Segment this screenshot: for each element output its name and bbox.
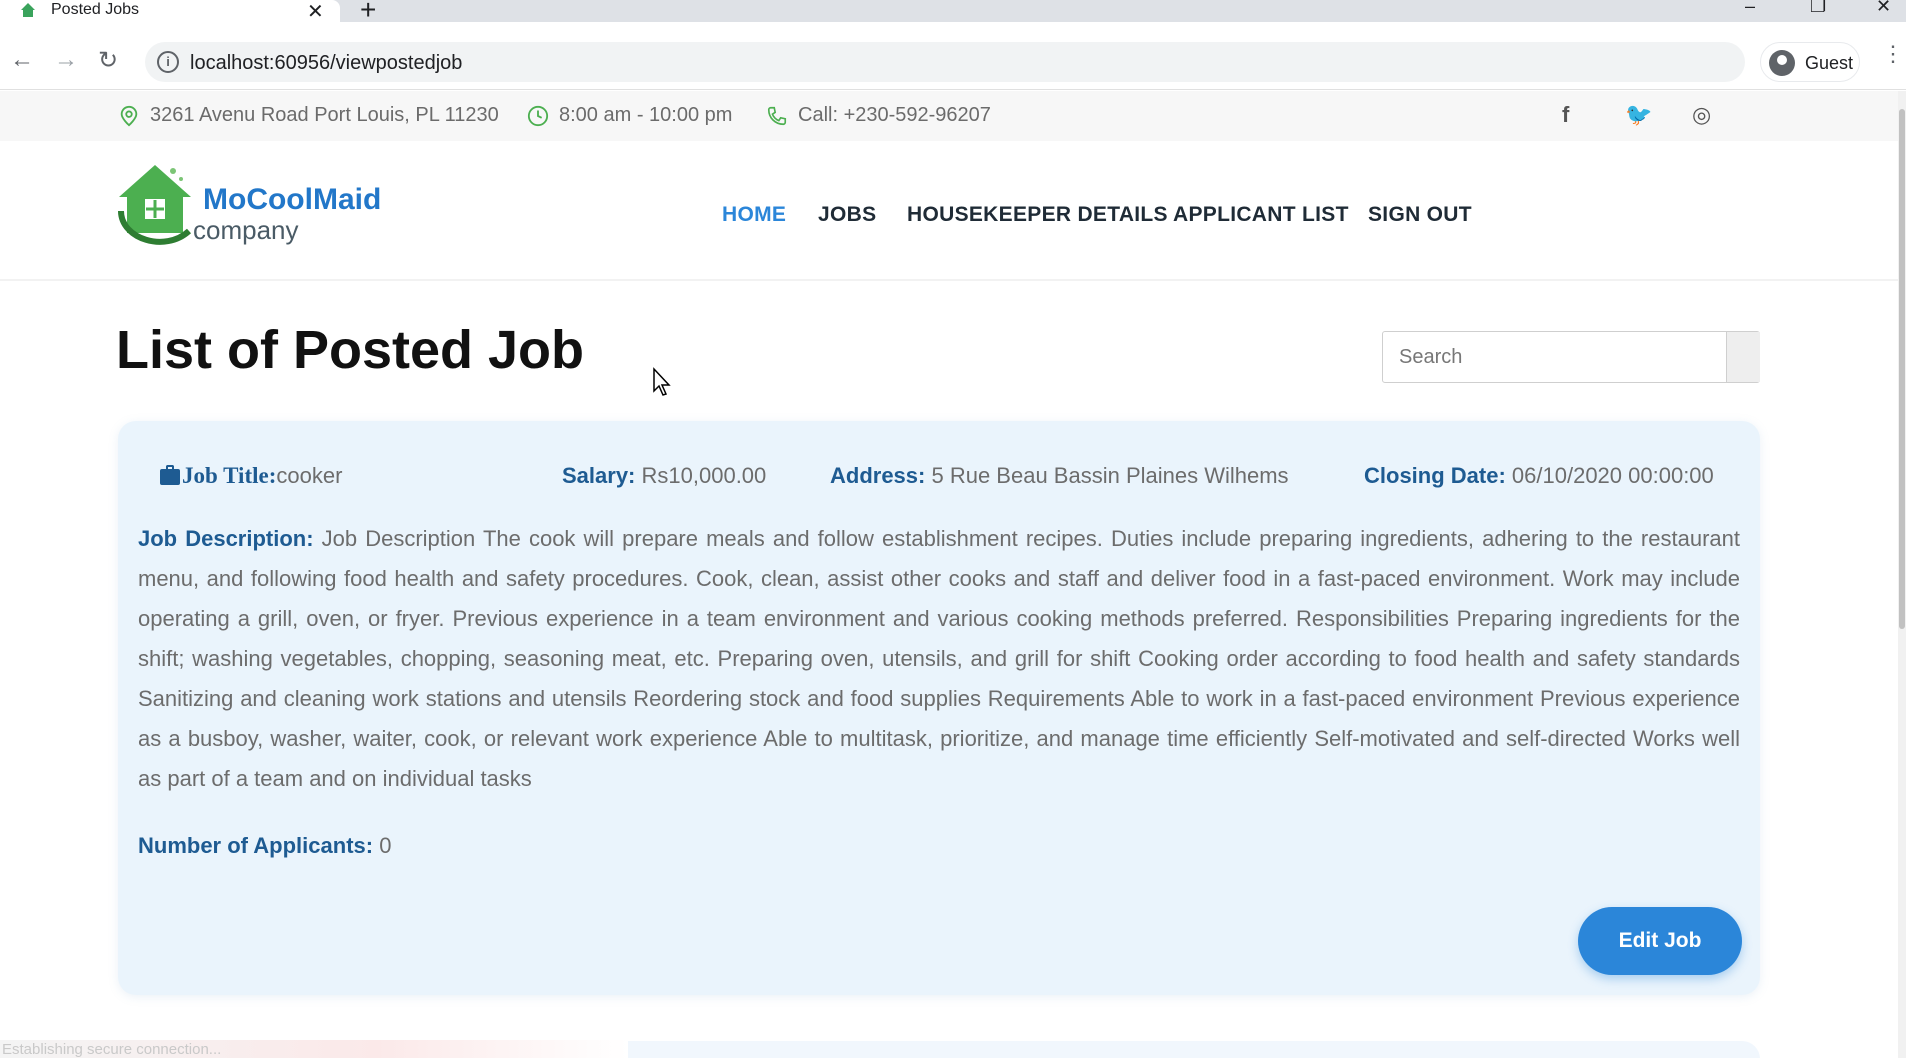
- nav-jobs[interactable]: JOBS: [818, 203, 876, 227]
- applicants-value: 0: [379, 833, 392, 858]
- minimize-button[interactable]: –: [1745, 0, 1755, 17]
- browser-menu-icon[interactable]: ⋮: [1882, 43, 1904, 65]
- web-page: 3261 Avenu Road Port Louis, PL 11230 8:0…: [0, 91, 1898, 1058]
- salary-value: Rs10,000.00: [641, 463, 767, 488]
- job-card: Job Title:cooker Salary: Rs10,000.00 Add…: [118, 421, 1760, 995]
- salary-label: Salary:: [562, 463, 636, 488]
- briefcase-icon: [160, 465, 180, 485]
- job-title-field: Job Title:cooker: [160, 463, 342, 489]
- forward-button[interactable]: →: [54, 46, 78, 74]
- closing-date-label: Closing Date:: [1364, 463, 1506, 488]
- phone-icon: [767, 106, 787, 125]
- job-title-label: Job Title:: [182, 463, 277, 488]
- reload-button[interactable]: ↻: [98, 46, 118, 75]
- brand-name[interactable]: MoCoolMaid: [203, 183, 381, 217]
- house-favicon-icon: [21, 3, 35, 17]
- twitter-icon[interactable]: 🐦: [1625, 102, 1652, 128]
- job-title-value: cooker: [276, 463, 343, 488]
- browser-tab-strip: Posted Jobs ✕ + – ❐ ✕: [0, 0, 1906, 25]
- restore-button[interactable]: ❐: [1810, 0, 1826, 17]
- brand-logo-icon[interactable]: [115, 161, 195, 247]
- window-close-button[interactable]: ✕: [1876, 0, 1891, 17]
- phone-text: Call: +230-592-96207: [798, 104, 991, 126]
- mouse-cursor-icon: [653, 367, 671, 396]
- edit-job-button[interactable]: Edit Job: [1578, 907, 1742, 975]
- profile-label: Guest: [1805, 53, 1854, 73]
- browser-toolbar: ← → ↻ i localhost:60956/viewpostedjob Gu…: [0, 22, 1906, 90]
- instagram-icon[interactable]: ◎: [1692, 102, 1711, 128]
- contact-bar: 3261 Avenu Road Port Louis, PL 11230 8:0…: [0, 91, 1898, 141]
- job-description: Job Description: Job Description The coo…: [138, 519, 1740, 799]
- address-value: 5 Rue Beau Bassin Plaines Wilhems: [931, 463, 1289, 488]
- phone-info: Call: +230-592-96207: [766, 104, 991, 127]
- applicants-count: Number of Applicants: 0: [138, 833, 391, 859]
- hours-info: 8:00 am - 10:00 pm: [527, 104, 732, 127]
- address-text: 3261 Avenu Road Port Louis, PL 11230: [150, 104, 499, 126]
- clock-icon: [527, 105, 549, 126]
- page-title: List of Posted Job: [116, 320, 585, 380]
- page-scrollbar[interactable]: [1898, 91, 1906, 1058]
- address-field: Address: 5 Rue Beau Bassin Plaines Wilhe…: [830, 463, 1289, 489]
- applicants-label: Number of Applicants:: [138, 833, 374, 858]
- nav-applicant-list[interactable]: APPLICANT LIST: [1173, 203, 1349, 227]
- nav-sign-out[interactable]: SIGN OUT: [1368, 203, 1472, 227]
- job-description-text: Job Description The cook will prepare me…: [138, 526, 1740, 791]
- address-label: Address:: [830, 463, 926, 488]
- tab-title: Posted Jobs: [51, 1, 140, 18]
- location-pin-icon: [120, 105, 138, 126]
- search-box: [1382, 331, 1760, 383]
- job-description-label: Job Description:: [138, 526, 314, 551]
- status-text: Establishing secure connection...: [2, 1041, 222, 1058]
- closing-date-field: Closing Date: 06/10/2020 00:00:00: [1364, 463, 1714, 489]
- profile-avatar-icon: [1769, 50, 1795, 76]
- address-info: 3261 Avenu Road Port Louis, PL 11230: [118, 104, 499, 127]
- closing-date-value: 06/10/2020 00:00:00: [1511, 463, 1714, 488]
- facebook-icon[interactable]: f: [1562, 102, 1569, 128]
- status-bar: Establishing secure connection...: [0, 1040, 628, 1058]
- tab-close-icon[interactable]: ✕: [307, 0, 324, 24]
- address-bar[interactable]: i localhost:60956/viewpostedjob: [145, 42, 1745, 82]
- url-text[interactable]: localhost:60956/viewpostedjob: [190, 52, 462, 75]
- site-info-icon[interactable]: i: [157, 51, 179, 73]
- brand-subtitle: company: [193, 215, 299, 245]
- nav-home[interactable]: HOME: [722, 203, 786, 227]
- site-header: MoCoolMaid company HOME JOBS HOUSEKEEPER…: [0, 141, 1898, 281]
- browser-tab[interactable]: Posted Jobs ✕: [0, 0, 340, 24]
- hours-text: 8:00 am - 10:00 pm: [559, 104, 733, 126]
- profile-button[interactable]: Guest: [1760, 42, 1860, 82]
- search-input[interactable]: [1383, 332, 1726, 382]
- nav-housekeeper-details[interactable]: HOUSEKEEPER DETAILS: [907, 203, 1168, 227]
- search-button[interactable]: [1726, 332, 1760, 382]
- salary-field: Salary: Rs10,000.00: [562, 463, 766, 489]
- scrollbar-thumb[interactable]: [1899, 109, 1905, 629]
- back-button[interactable]: ←: [10, 46, 34, 74]
